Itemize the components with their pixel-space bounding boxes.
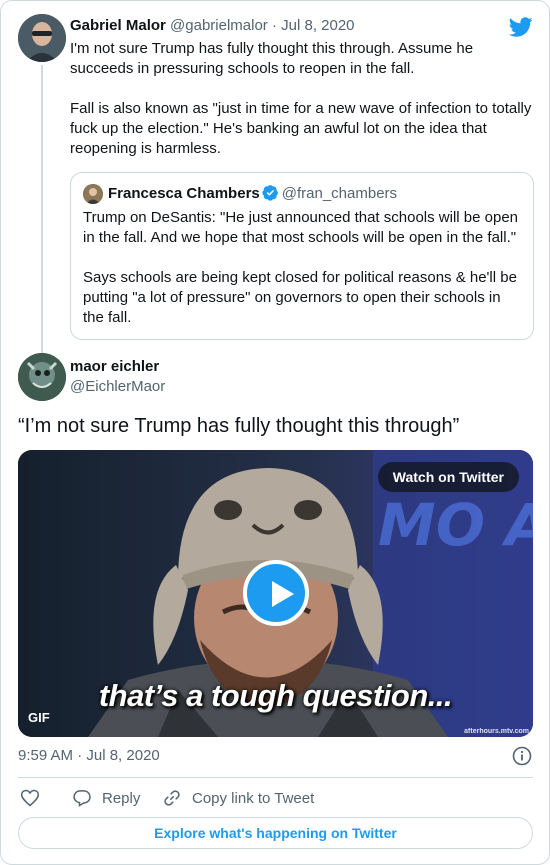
heart-icon: [20, 789, 40, 807]
thread-connector-line: [41, 65, 43, 353]
reply-label: Reply: [102, 789, 141, 807]
author-name[interactable]: Gabriel Malor: [70, 17, 166, 34]
twitter-bird-icon[interactable]: [509, 15, 533, 39]
explore-twitter-button[interactable]: Explore what's happening on Twitter: [18, 817, 533, 849]
parent-tweet-header: Gabriel Malor @gabrielmalor · Jul 8, 202…: [70, 16, 355, 36]
verified-badge-icon: [262, 185, 278, 201]
quoted-tweet-header: Francesca Chambers @fran_chambers: [108, 184, 397, 204]
quoted-tweet[interactable]: Francesca Chambers @fran_chambers Trump o…: [70, 172, 534, 340]
gif-caption: that’s a tough question...: [98, 678, 453, 713]
avatar[interactable]: [18, 353, 66, 401]
copy-link-button[interactable]: Copy link to Tweet: [162, 787, 314, 809]
author-handle[interactable]: @EichlerMaor: [70, 377, 165, 397]
tweet-media-gif[interactable]: MO AWA Watch on Twitter that’s a tough q…: [18, 450, 533, 737]
reply-bubble-icon: [73, 790, 91, 807]
link-icon: [164, 790, 180, 806]
media-watermark: afterhours.mtv.com: [464, 728, 529, 735]
tweet-text: “I’m not sure Trump has fully thought th…: [18, 415, 460, 437]
info-icon[interactable]: [512, 746, 532, 766]
divider: [18, 777, 533, 778]
quoted-tweet-text: Trump on DeSantis: "He just announced th…: [83, 209, 519, 326]
separator-dot: ·: [271, 17, 277, 34]
quoted-author-name: Francesca Chambers: [108, 185, 260, 202]
quoted-author-handle: @fran_chambers: [281, 185, 398, 202]
play-button[interactable]: [243, 560, 309, 626]
parent-tweet-text: I'm not sure Trump has fully thought thi…: [70, 40, 532, 157]
gif-badge: GIF: [28, 710, 50, 725]
tweet-timestamp[interactable]: 9:59 AM · Jul 8, 2020: [18, 746, 160, 766]
avatar[interactable]: [18, 14, 66, 62]
background-sign-text: MO AWA: [378, 491, 533, 559]
copy-link-label: Copy link to Tweet: [192, 789, 315, 807]
author-handle[interactable]: @gabrielmalor: [170, 17, 268, 34]
author-name[interactable]: maor eichler: [70, 357, 159, 377]
reply-button[interactable]: Reply: [72, 787, 140, 809]
like-button[interactable]: [20, 787, 50, 809]
embedded-tweet-card: Gabriel Malor @gabrielmalor · Jul 8, 202…: [0, 0, 550, 865]
avatar: [83, 184, 103, 204]
tweet-date[interactable]: Jul 8, 2020: [281, 17, 354, 34]
watch-on-twitter-button[interactable]: Watch on Twitter: [377, 462, 519, 492]
